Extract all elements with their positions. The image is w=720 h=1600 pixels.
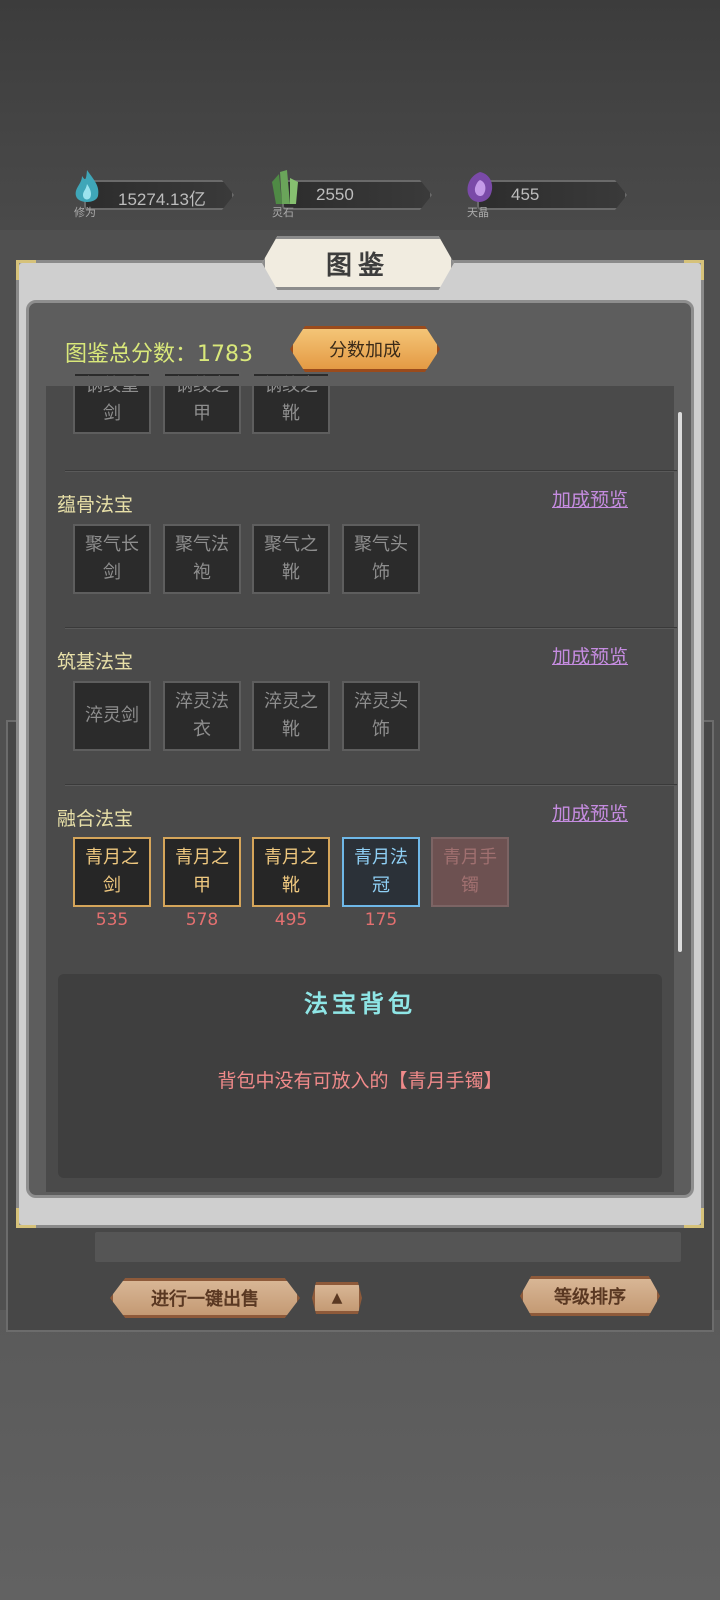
section-divider bbox=[65, 784, 677, 786]
codex-slot[interactable]: 淬灵头饰 bbox=[342, 681, 420, 751]
list-top-mask bbox=[46, 376, 674, 386]
resource-cultivation[interactable]: 15274.13亿 修为 bbox=[70, 170, 234, 219]
resource-value: 15274.13亿 bbox=[118, 190, 206, 209]
codex-slot[interactable]: 聚气头饰 bbox=[342, 524, 420, 594]
codex-slot[interactable]: 淬灵法衣 bbox=[163, 681, 241, 751]
resource-label: 灵石 bbox=[272, 206, 294, 219]
bonus-preview-link[interactable]: 加成预览 bbox=[552, 799, 628, 826]
panel-title: 图鉴 bbox=[325, 250, 390, 281]
panel-corner bbox=[684, 260, 704, 280]
bonus-preview-link[interactable]: 加成预览 bbox=[552, 485, 628, 512]
codex-slot-label: 青月手镯 bbox=[443, 847, 497, 896]
resource-pill bbox=[477, 180, 627, 210]
panel-title-plate: 图鉴 bbox=[262, 236, 454, 290]
codex-slot-label: 淬灵法衣 bbox=[175, 691, 229, 740]
celestial-crystal-icon bbox=[467, 172, 493, 202]
codex-slot-collected[interactable]: 青月之靴 bbox=[252, 837, 330, 907]
codex-slot[interactable]: 淬灵之靴 bbox=[252, 681, 330, 751]
bag-title: 法宝背包 bbox=[304, 989, 416, 1018]
codex-slot-selected[interactable]: 青月手镯 bbox=[431, 837, 509, 907]
panel-corner bbox=[16, 260, 36, 280]
panel-corner bbox=[684, 1208, 704, 1228]
codex-slot-label: 青月法冠 bbox=[354, 847, 408, 896]
resource-value: 2550 bbox=[316, 185, 354, 204]
codex-slot-label: 聚气长剑 bbox=[85, 534, 139, 583]
section-title: 融合法宝 bbox=[57, 808, 134, 830]
bonus-preview-link[interactable]: 加成预览 bbox=[552, 642, 628, 669]
codex-slot-collected[interactable]: 青月法冠 bbox=[342, 837, 420, 907]
section-title: 蕴骨法宝 bbox=[57, 494, 134, 516]
codex-slot-label: 青月之剑 bbox=[85, 847, 139, 896]
cultivation-flame-icon bbox=[75, 170, 99, 202]
codex-slot-label: 淬灵剑 bbox=[85, 705, 139, 726]
codex-slot-label: 淬灵头饰 bbox=[354, 691, 408, 740]
chevron-up-icon: ▲ bbox=[331, 1290, 343, 1306]
codex-scrollbar[interactable] bbox=[678, 412, 682, 952]
resource-celestial-crystal[interactable]: 455 天晶 bbox=[463, 172, 627, 219]
section-divider bbox=[65, 627, 677, 629]
codex-slot[interactable]: 聚气法袍 bbox=[163, 524, 241, 594]
slot-score: 495 bbox=[274, 910, 308, 930]
sell-all-button[interactable]: 进行一键出售 bbox=[110, 1278, 300, 1318]
codex-slot[interactable]: 淬灵剑 bbox=[73, 681, 151, 751]
resource-label: 修为 bbox=[74, 206, 96, 219]
bag-empty-message: 背包中没有可放入的【青月手镯】 bbox=[217, 1070, 503, 1092]
section-title: 筑基法宝 bbox=[57, 651, 134, 673]
treasure-bag-panel: 法宝背包 背包中没有可放入的【青月手镯】 bbox=[58, 974, 662, 1178]
codex-slot-label: 青月之靴 bbox=[264, 847, 318, 896]
codex-slot-label: 聚气法袍 bbox=[175, 534, 229, 583]
level-sort-button[interactable]: 等级排序 bbox=[520, 1276, 660, 1316]
expand-up-button[interactable]: ▲ bbox=[312, 1282, 362, 1314]
resource-label: 天晶 bbox=[467, 206, 489, 219]
section-divider bbox=[65, 470, 677, 472]
background-bottom bbox=[0, 1310, 720, 1600]
codex-slot-label: 淬灵之靴 bbox=[264, 691, 318, 740]
codex-slot-collected[interactable]: 青月之甲 bbox=[163, 837, 241, 907]
codex-slot-label: 青月之甲 bbox=[175, 847, 229, 896]
codex-slot[interactable]: 聚气长剑 bbox=[73, 524, 151, 594]
inventory-strip bbox=[95, 1232, 681, 1262]
codex-slot-label: 聚气之靴 bbox=[264, 534, 318, 583]
resource-value: 455 bbox=[511, 185, 540, 204]
total-score-label: 图鉴总分数：1783 bbox=[65, 342, 253, 367]
slot-score: 175 bbox=[364, 910, 398, 930]
resource-pill bbox=[282, 180, 432, 210]
codex-slot-label: 聚气头饰 bbox=[354, 534, 408, 583]
score-bonus-button[interactable]: 分数加成 bbox=[290, 326, 440, 372]
codex-slot[interactable]: 聚气之靴 bbox=[252, 524, 330, 594]
slot-score: 535 bbox=[95, 910, 129, 930]
spirit-crystal-icon bbox=[272, 170, 298, 204]
codex-slot-collected[interactable]: 青月之剑 bbox=[73, 837, 151, 907]
panel-corner bbox=[16, 1208, 36, 1228]
slot-score: 578 bbox=[185, 910, 219, 930]
resource-spirit-stone[interactable]: 2550 灵石 bbox=[268, 170, 432, 219]
